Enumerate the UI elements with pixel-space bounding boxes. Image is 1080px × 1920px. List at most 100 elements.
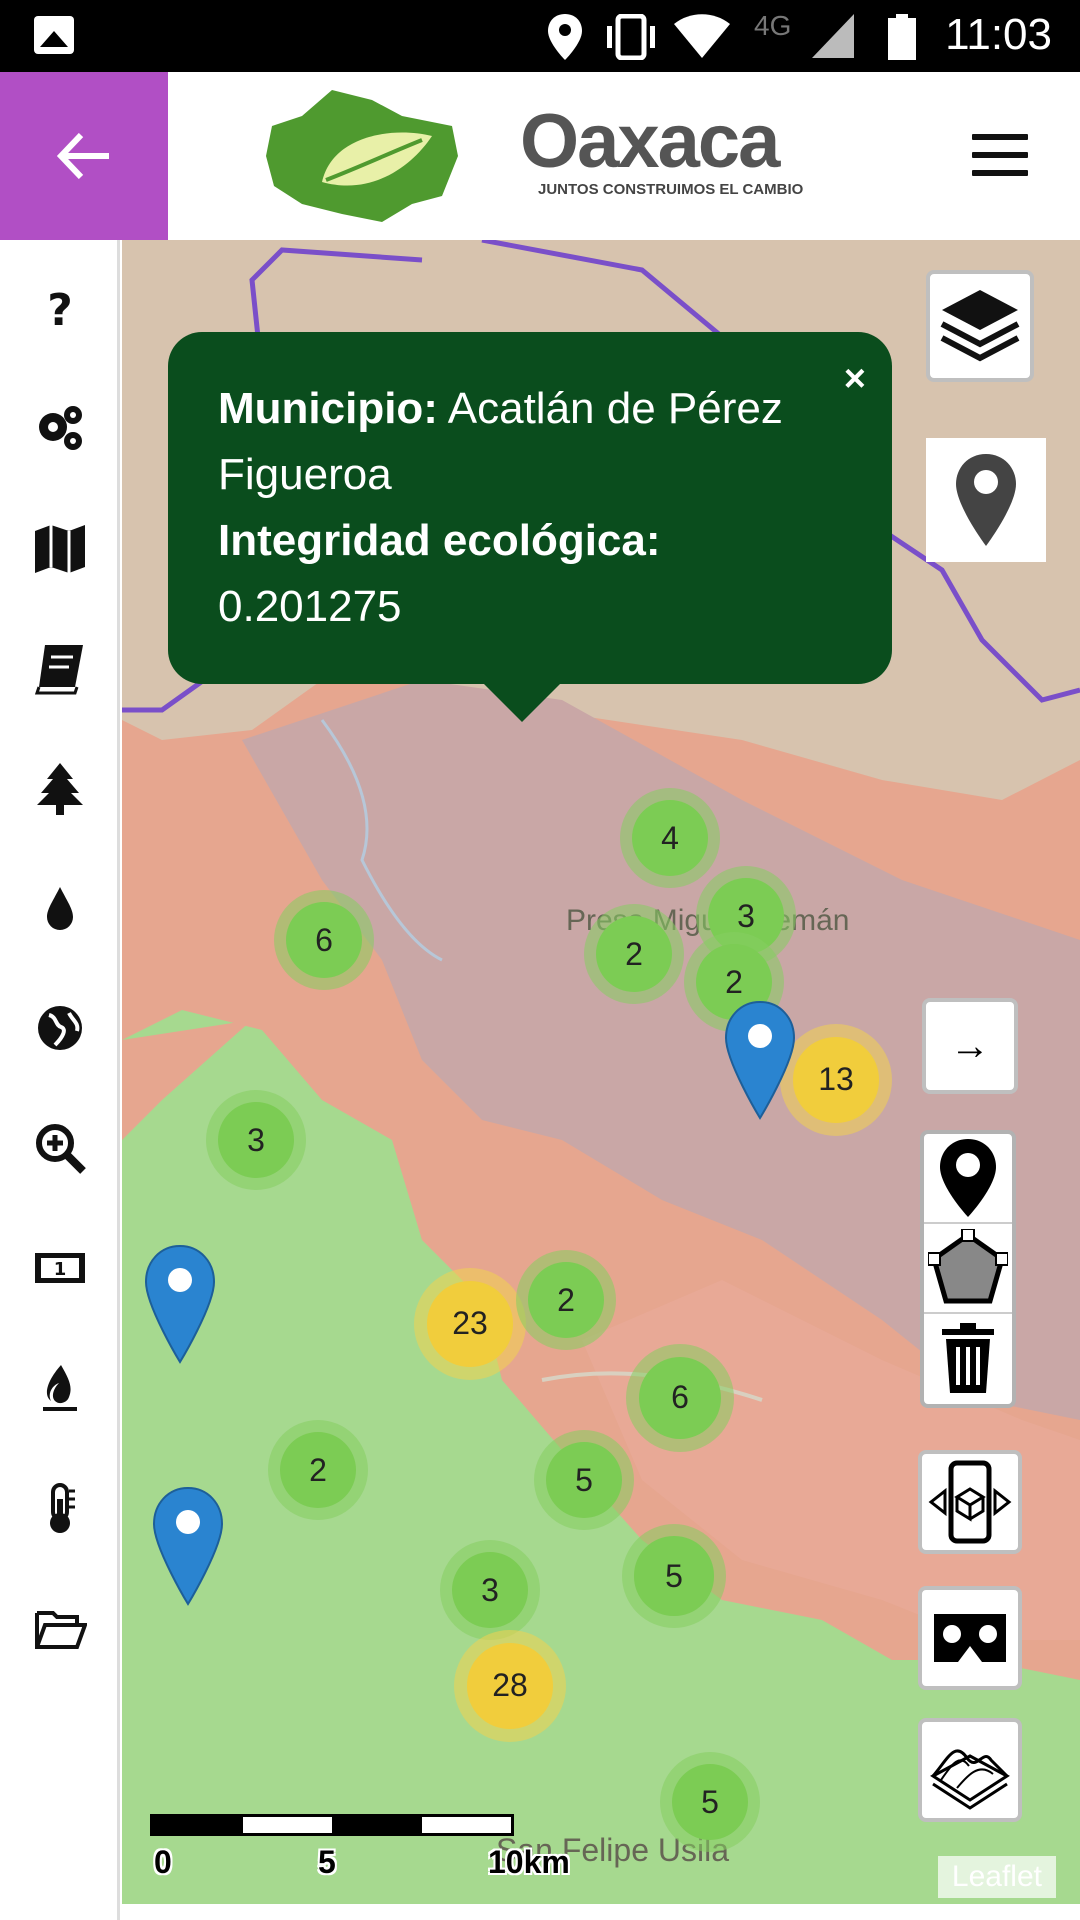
leaflet-attribution[interactable]: Leaflet xyxy=(937,1856,1056,1898)
location-marker-icon xyxy=(956,454,1016,546)
money-button[interactable]: 1 xyxy=(28,1236,92,1300)
forest-button[interactable] xyxy=(28,756,92,820)
delete-layers-button[interactable] xyxy=(924,1314,1012,1404)
draw-polygon-button[interactable] xyxy=(924,1224,1012,1314)
marker-cluster[interactable]: 2 xyxy=(584,904,684,1004)
money-icon: 1 xyxy=(35,1253,85,1283)
virtual-reality-button[interactable] xyxy=(918,1586,1022,1690)
map-marker-pin[interactable] xyxy=(150,1486,226,1606)
municipio-label: Municipio: xyxy=(218,384,438,433)
thermometer-icon xyxy=(50,1483,75,1533)
water-button[interactable] xyxy=(28,876,92,940)
scale-label-5: 5 xyxy=(318,1844,336,1880)
hamburger-menu-button[interactable] xyxy=(972,134,1028,176)
integridad-value: 0.201275 xyxy=(218,582,402,631)
location-icon xyxy=(548,14,582,60)
water-drop-icon xyxy=(47,887,73,930)
tree-icon xyxy=(37,763,83,815)
cluster-count: 5 xyxy=(672,1764,748,1840)
open-folder-button[interactable] xyxy=(28,1596,92,1660)
integridad-label: Integridad ecológica: xyxy=(218,516,661,565)
marker-cluster[interactable]: 5 xyxy=(622,1524,726,1628)
arrow-left-icon xyxy=(57,133,109,179)
map-icon xyxy=(35,525,85,573)
wifi-icon xyxy=(674,14,730,58)
image-notification-icon xyxy=(34,16,74,54)
marker-cluster[interactable]: 6 xyxy=(626,1344,734,1452)
back-button[interactable] xyxy=(0,72,168,240)
draw-marker-button[interactable] xyxy=(924,1134,1012,1224)
cluster-count: 6 xyxy=(286,902,362,978)
menu-bar xyxy=(972,134,1028,140)
map-view[interactable]: Presa Miguel Alemán San Felipe Usila 4 3… xyxy=(122,240,1080,1904)
marker-cluster[interactable]: 4 xyxy=(620,788,720,888)
svg-text:?: ? xyxy=(47,285,73,335)
zoom-in-icon xyxy=(36,1124,86,1174)
zoom-button[interactable] xyxy=(28,1116,92,1180)
map-marker-pin[interactable] xyxy=(142,1244,218,1364)
signal-icon xyxy=(812,14,854,58)
marker-cluster[interactable]: 3 xyxy=(206,1090,306,1190)
network-type: 4G xyxy=(754,10,792,41)
terrain-3d-icon xyxy=(930,1749,1010,1810)
brand-name: Oaxaca xyxy=(520,99,780,184)
vibrate-icon xyxy=(607,14,655,60)
settings-icon xyxy=(39,406,82,450)
cluster-count: 4 xyxy=(632,800,708,876)
oaxaca-state-leaf-logo xyxy=(266,90,458,222)
polygon-icon xyxy=(928,1229,1008,1304)
book-icon xyxy=(34,645,83,695)
scale-label-10km: 10km xyxy=(488,1844,570,1880)
layers-control-button[interactable] xyxy=(926,270,1034,382)
cluster-count: 5 xyxy=(546,1442,622,1518)
brand-tagline: JUNTOS CONSTRUIMOS EL CAMBIO xyxy=(538,181,804,198)
help-icon: ? xyxy=(47,285,73,335)
layers-icon xyxy=(940,290,1020,362)
sidebar: ? 1 xyxy=(0,240,120,1920)
battery-icon xyxy=(888,14,916,60)
marker-cluster[interactable]: 2 xyxy=(268,1420,368,1520)
arrow-right-icon: → xyxy=(950,1023,990,1068)
menu-bar xyxy=(972,152,1028,158)
3d-terrain-button[interactable] xyxy=(918,1718,1022,1822)
folder-open-icon xyxy=(35,1611,87,1649)
status-bar: 4G 11:03 xyxy=(0,0,1080,72)
marker-icon xyxy=(940,1139,996,1217)
scale-label-0: 0 xyxy=(154,1844,172,1880)
map-button[interactable] xyxy=(28,516,92,580)
ar-phone-icon xyxy=(928,1460,1012,1544)
settings-button[interactable] xyxy=(28,396,92,460)
marker-cluster[interactable]: 5 xyxy=(660,1752,760,1852)
svg-text:1: 1 xyxy=(54,1259,67,1280)
app-header: Oaxaca JUNTOS CONSTRUIMOS EL CAMBIO xyxy=(0,72,1080,240)
book-button[interactable] xyxy=(28,636,92,700)
clock: 11:03 xyxy=(945,10,1052,59)
cluster-count: 3 xyxy=(452,1552,528,1628)
augmented-reality-button[interactable] xyxy=(918,1450,1022,1554)
cluster-count: 23 xyxy=(427,1281,513,1367)
marker-cluster[interactable]: 5 xyxy=(534,1430,634,1530)
marker-cluster[interactable]: 6 xyxy=(274,890,374,990)
cluster-count: 3 xyxy=(218,1102,294,1178)
marker-cluster[interactable]: 2 xyxy=(516,1250,616,1350)
marker-cluster[interactable]: 3 xyxy=(440,1540,540,1640)
menu-bar xyxy=(972,170,1028,176)
cluster-count: 28 xyxy=(467,1643,553,1729)
cluster-count: 13 xyxy=(793,1037,879,1123)
scale-bar xyxy=(150,1814,514,1836)
temperature-button[interactable] xyxy=(28,1476,92,1540)
cluster-count: 2 xyxy=(280,1432,356,1508)
marker-cluster[interactable]: 23 xyxy=(414,1268,526,1380)
cluster-count: 6 xyxy=(638,1356,722,1440)
my-location-button[interactable] xyxy=(926,438,1046,562)
fire-button[interactable] xyxy=(28,1356,92,1420)
help-button[interactable]: ? xyxy=(28,276,92,340)
next-arrow-button[interactable]: → xyxy=(922,998,1018,1094)
trash-icon xyxy=(942,1323,994,1393)
marker-cluster[interactable]: 28 xyxy=(454,1630,566,1742)
popup-close-button[interactable]: × xyxy=(844,346,866,412)
globe-button[interactable] xyxy=(28,996,92,1060)
cluster-count: 2 xyxy=(528,1262,604,1338)
brand: Oaxaca JUNTOS CONSTRUIMOS EL CAMBIO xyxy=(520,98,803,198)
map-marker-pin[interactable] xyxy=(722,1000,798,1120)
